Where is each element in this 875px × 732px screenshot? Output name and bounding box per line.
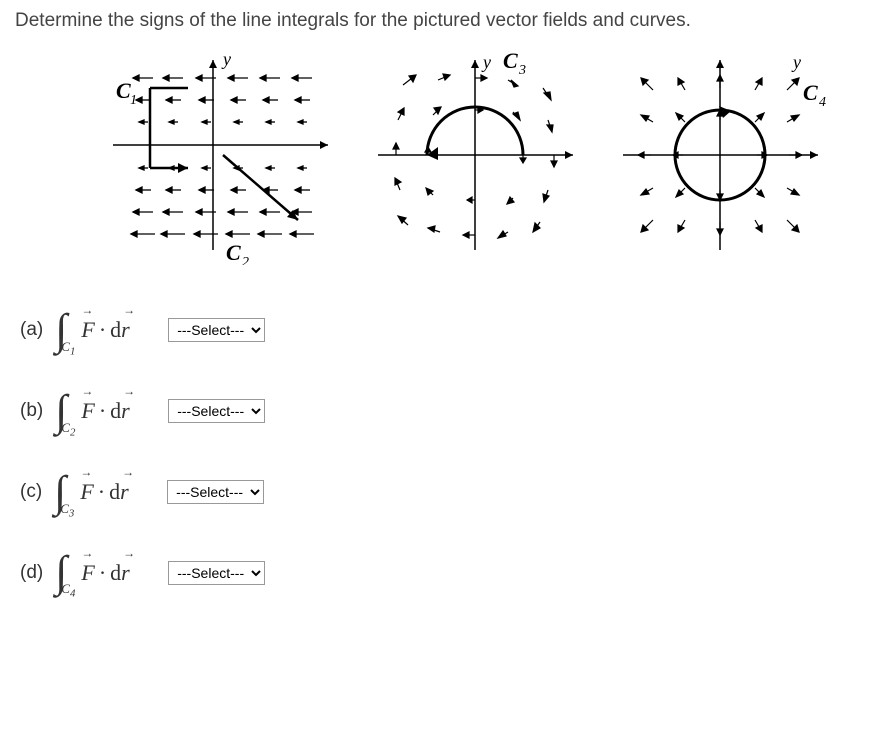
integral-d: ∫ C4 F · dr bbox=[55, 557, 150, 588]
select-a[interactable]: ---Select--- bbox=[168, 318, 265, 342]
curve-label-c1: C bbox=[116, 78, 131, 103]
question-d: (d) ∫ C4 F · dr ---Select--- bbox=[20, 557, 860, 588]
curve-label-c4: C bbox=[803, 80, 818, 105]
curve-label-c3-sub: 3 bbox=[518, 63, 526, 78]
question-a: (a) ∫ C1 F · dr ---Select--- bbox=[20, 315, 860, 346]
diagram-3: y bbox=[613, 50, 828, 265]
axis-label-y-3: y bbox=[791, 52, 801, 72]
select-d[interactable]: ---Select--- bbox=[168, 561, 265, 585]
questions-list: (a) ∫ C1 F · dr ---Select--- (b) ∫ C2 F … bbox=[15, 315, 860, 588]
part-label-d: (d) bbox=[20, 562, 43, 584]
axis-label-y-2: y bbox=[481, 52, 491, 72]
diagram-1: y bbox=[88, 50, 338, 265]
diagram-2: y bbox=[368, 50, 583, 265]
select-c[interactable]: ---Select--- bbox=[167, 480, 264, 504]
instruction-text: Determine the signs of the line integral… bbox=[15, 10, 860, 32]
integral-b: ∫ C2 F · dr bbox=[55, 396, 150, 427]
curve-label-c1-sub: 1 bbox=[130, 93, 137, 108]
integral-a: ∫ C1 F · dr bbox=[55, 315, 150, 346]
part-label-c: (c) bbox=[20, 481, 42, 503]
curve-label-c3: C bbox=[503, 50, 518, 73]
question-b: (b) ∫ C2 F · dr ---Select--- bbox=[20, 396, 860, 427]
select-b[interactable]: ---Select--- bbox=[168, 399, 265, 423]
axis-label-y: y bbox=[221, 50, 231, 69]
part-label-b: (b) bbox=[20, 400, 43, 422]
curve-label-c2-sub: 2 bbox=[242, 255, 249, 265]
curve-label-c4-sub: 4 bbox=[819, 95, 826, 110]
curve-label-c2: C bbox=[226, 240, 241, 265]
question-c: (c) ∫ C3 F · dr ---Select--- bbox=[20, 477, 860, 508]
integral-c: ∫ C3 F · dr bbox=[54, 477, 149, 508]
diagrams-row: y bbox=[15, 50, 860, 265]
part-label-a: (a) bbox=[20, 319, 43, 341]
